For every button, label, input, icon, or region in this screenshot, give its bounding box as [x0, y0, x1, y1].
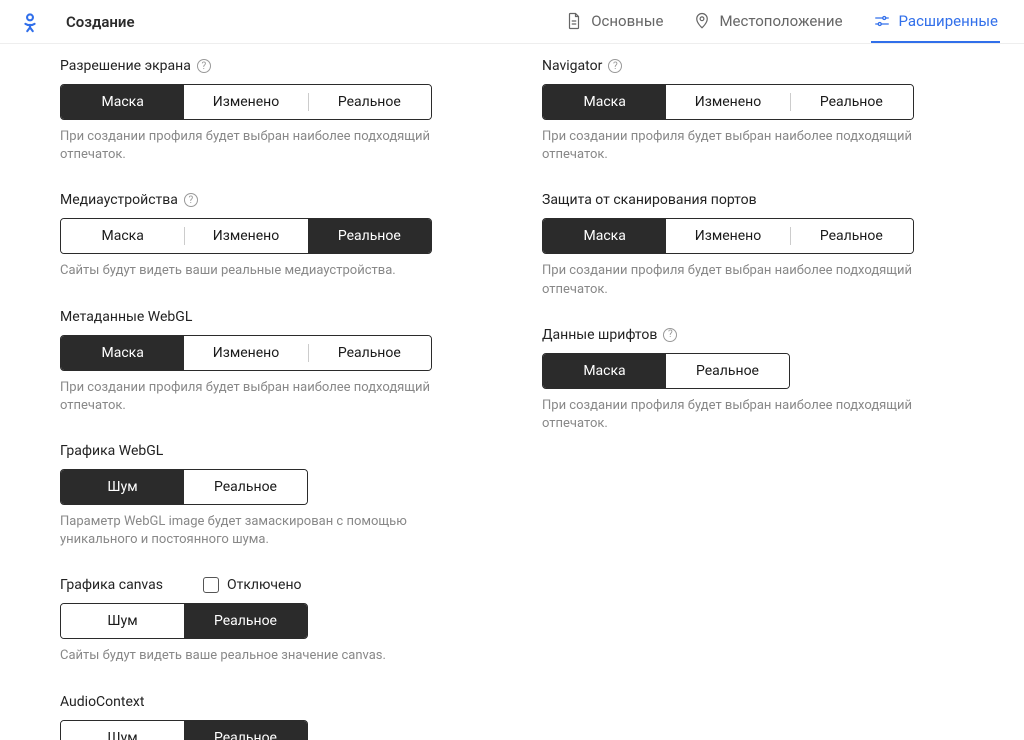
page-title: Создание — [66, 13, 135, 31]
option-mask[interactable]: Маска — [61, 336, 184, 370]
section-media-devices: Медиаустройства ? Маска Изменено Реально… — [60, 192, 482, 280]
tab-label: Основные — [591, 12, 663, 30]
sliders-icon — [873, 12, 891, 30]
option-noise[interactable]: Шум — [61, 470, 184, 504]
location-pin-icon — [693, 12, 711, 30]
hint-text: При создании профиля будет выбран наибол… — [60, 379, 432, 415]
section-canvas-graphics: Графика canvas Отключено Шум Реальное Са… — [60, 577, 482, 665]
right-column: Navigator ? Маска Изменено Реальное При … — [542, 58, 964, 740]
option-changed[interactable]: Изменено — [184, 336, 307, 370]
option-real[interactable]: Реальное — [666, 354, 789, 388]
section-title: Защита от сканирования портов — [542, 192, 757, 208]
hint-text: При создании профиля будет выбран наибол… — [542, 262, 914, 298]
app-logo[interactable] — [0, 11, 60, 33]
section-navigator: Navigator ? Маска Изменено Реальное При … — [542, 58, 964, 164]
option-mask[interactable]: Маска — [543, 354, 666, 388]
section-port-scan-protection: Защита от сканирования портов Маска Изме… — [542, 192, 964, 298]
segmented-control: Шум Реальное — [60, 720, 308, 740]
help-icon[interactable]: ? — [663, 328, 677, 342]
segmented-control: Шум Реальное — [60, 603, 308, 639]
segmented-control: Маска Реальное — [542, 353, 790, 389]
help-icon[interactable]: ? — [197, 59, 211, 73]
segmented-control: Шум Реальное — [60, 469, 308, 505]
tab-location[interactable]: Местоположение — [691, 0, 844, 43]
section-title: Графика canvas — [60, 577, 163, 593]
option-changed[interactable]: Изменено — [666, 85, 789, 119]
option-real[interactable]: Реальное — [184, 604, 307, 638]
option-mask[interactable]: Маска — [61, 85, 184, 119]
tab-label: Расширенные — [899, 12, 998, 30]
section-title: Разрешение экрана — [60, 58, 191, 74]
help-icon[interactable]: ? — [608, 59, 622, 73]
section-screen-resolution: Разрешение экрана ? Маска Изменено Реаль… — [60, 58, 482, 164]
header-left: Создание — [0, 11, 135, 33]
section-title: AudioContext — [60, 694, 144, 710]
section-webgl-metadata: Метаданные WebGL Маска Изменено Реальное… — [60, 309, 482, 415]
tab-label: Местоположение — [719, 12, 842, 30]
option-noise[interactable]: Шум — [61, 604, 184, 638]
section-audiocontext: AudioContext Шум Реальное — [60, 694, 482, 740]
section-font-data: Данные шрифтов ? Маска Реальное При созд… — [542, 327, 964, 433]
tab-advanced[interactable]: Расширенные — [871, 0, 1000, 43]
document-icon — [565, 12, 583, 30]
option-real[interactable]: Реальное — [308, 336, 431, 370]
option-mask[interactable]: Маска — [543, 85, 666, 119]
option-mask[interactable]: Маска — [61, 219, 184, 253]
option-noise[interactable]: Шум — [61, 721, 184, 740]
hint-text: Сайты будут видеть ваше реальное значени… — [60, 647, 432, 665]
segmented-control: Маска Изменено Реальное — [542, 84, 914, 120]
checkbox-disabled[interactable]: Отключено — [203, 577, 302, 593]
section-webgl-graphics: Графика WebGL Шум Реальное Параметр WebG… — [60, 443, 482, 549]
section-title: Данные шрифтов — [542, 327, 657, 343]
checkbox-box — [203, 577, 219, 593]
option-real[interactable]: Реальное — [184, 470, 307, 504]
hint-text: При создании профиля будет выбран наибол… — [60, 128, 432, 164]
option-real[interactable]: Реальное — [790, 85, 913, 119]
hint-text: Сайты будут видеть ваши реальные медиаус… — [60, 262, 432, 280]
option-real[interactable]: Реальное — [184, 721, 307, 740]
section-title: Метаданные WebGL — [60, 309, 192, 325]
option-changed[interactable]: Изменено — [184, 85, 307, 119]
option-real[interactable]: Реальное — [790, 219, 913, 253]
hint-text: При создании профиля будет выбран наибол… — [542, 128, 914, 164]
tab-main[interactable]: Основные — [563, 0, 665, 43]
segmented-control: Маска Изменено Реальное — [60, 84, 432, 120]
content: Разрешение экрана ? Маска Изменено Реаль… — [0, 44, 1024, 740]
option-mask[interactable]: Маска — [543, 219, 666, 253]
segmented-control: Маска Изменено Реальное — [60, 218, 432, 254]
left-column: Разрешение экрана ? Маска Изменено Реаль… — [60, 58, 482, 740]
header: Создание Основные Местоположение Расшире… — [0, 0, 1024, 44]
segmented-control: Маска Изменено Реальное — [542, 218, 914, 254]
section-title: Медиаустройства — [60, 192, 178, 208]
hint-text: Параметр WebGL image будет замаскирован … — [60, 513, 432, 549]
section-title: Navigator — [542, 58, 602, 74]
option-real[interactable]: Реальное — [308, 85, 431, 119]
option-changed[interactable]: Изменено — [184, 219, 307, 253]
option-real[interactable]: Реальное — [308, 219, 431, 253]
segmented-control: Маска Изменено Реальное — [60, 335, 432, 371]
tabs: Основные Местоположение Расширенные — [563, 0, 1000, 43]
section-title: Графика WebGL — [60, 443, 163, 459]
hint-text: При создании профиля будет выбран наибол… — [542, 397, 914, 433]
help-icon[interactable]: ? — [184, 193, 198, 207]
option-changed[interactable]: Изменено — [666, 219, 789, 253]
checkbox-label: Отключено — [227, 577, 302, 593]
